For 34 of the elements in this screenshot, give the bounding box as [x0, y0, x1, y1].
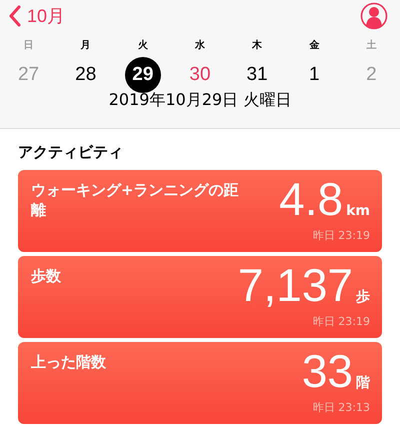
date-button[interactable]: 1	[296, 57, 332, 93]
weekday-label: 土	[366, 38, 376, 52]
date-button[interactable]: 27	[10, 57, 47, 93]
metric-value: 7,137	[238, 262, 353, 308]
weekday-label: 木	[252, 38, 262, 52]
metric-unit: 階	[356, 374, 370, 392]
timestamp: 昨日 23:19	[312, 314, 370, 329]
metric-unit: 歩	[356, 288, 370, 306]
metric-value: 4.8	[279, 176, 344, 222]
metric-label: ウォーキング+ランニングの距離	[31, 180, 240, 220]
weekday-label: 月	[80, 39, 91, 52]
activity-card[interactable]: ウォーキング+ランニングの距離 4.8 km 昨日 23:19	[18, 170, 382, 252]
chevron-left-icon	[9, 5, 21, 27]
back-button[interactable]: 10月	[9, 4, 66, 28]
metric-value: 33	[302, 348, 353, 394]
date-button[interactable]: 2	[353, 57, 390, 93]
weekday-label: 金	[309, 38, 320, 52]
selected-date: 2019年10月29日 火曜日	[108, 90, 292, 111]
timestamp: 昨日 23:13	[312, 400, 370, 415]
section-title: アクティビティ	[18, 143, 124, 162]
date-button[interactable]: 31	[239, 57, 276, 93]
timestamp: 昨日 23:19	[312, 228, 370, 243]
metric-label: 上った階数	[31, 352, 107, 372]
profile-icon[interactable]	[360, 2, 388, 30]
weekday-label: 火	[138, 38, 148, 52]
date-button[interactable]: 30	[182, 57, 218, 93]
metric-label: 歩数	[31, 266, 62, 286]
activity-card[interactable]: 上った階数 33 階 昨日 23:13	[18, 342, 382, 424]
weekday-label: 水	[194, 38, 205, 52]
weekday-label: 日	[24, 39, 34, 52]
date-button[interactable]: 29	[124, 57, 161, 93]
activity-card[interactable]: 歩数 7,137 歩 昨日 23:19	[18, 256, 382, 338]
metric-unit: km	[346, 203, 370, 219]
date-button[interactable]: 28	[68, 57, 104, 93]
